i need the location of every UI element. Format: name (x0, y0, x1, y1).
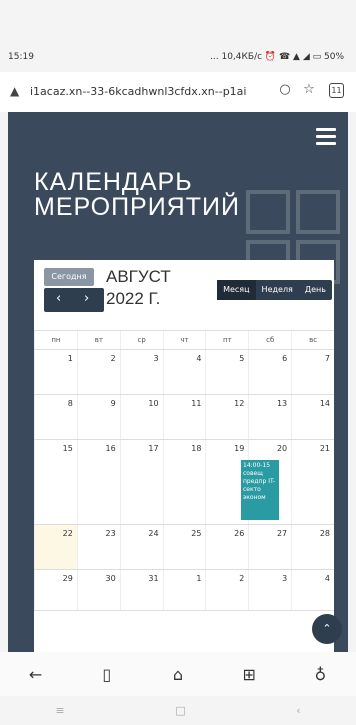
day-cell[interactable]: 17 (119, 440, 163, 524)
back-nav-icon[interactable]: ‹ (296, 704, 300, 717)
day-cell[interactable]: 13 (248, 395, 291, 439)
page-title: КАЛЕНДАРЬ МЕРОПРИЯТИЙ (34, 170, 240, 220)
calendar-week: 29 30 31 1 2 3 4 (34, 570, 334, 611)
day-cell[interactable]: 26 (205, 525, 248, 569)
month-nav: ‹ › (44, 288, 104, 312)
day-cell[interactable]: 4 (162, 350, 206, 394)
menu-icon[interactable] (316, 128, 336, 149)
day-cell[interactable]: 18 (162, 440, 206, 524)
view-month-button[interactable]: Месяц (217, 280, 256, 300)
day-cell-next-month[interactable]: 4 (291, 570, 334, 610)
next-month-icon[interactable]: › (84, 291, 89, 306)
status-time: 15:19 (8, 52, 34, 62)
day-cell[interactable]: 30 (76, 570, 120, 610)
tabs-icon[interactable]: ⊞ (237, 665, 261, 684)
weekday: ср (119, 331, 163, 349)
system-nav-bar: ≡ □ ‹ (0, 696, 356, 725)
weekday: вт (76, 331, 120, 349)
day-cell[interactable]: 14 (291, 395, 334, 439)
site-header: КАЛЕНДАРЬ МЕРОПРИЯТИЙ Сегодня ‹ › АВГУСТ… (8, 112, 348, 652)
day-cell[interactable]: 10 (119, 395, 163, 439)
day-cell[interactable]: 21 (291, 440, 334, 524)
month-year: 2022 Г. (106, 289, 161, 308)
browser-address-bar[interactable]: ▲ i1acaz.xn--33-6kcadhwnl3cfdx.xn--p1ai … (0, 72, 356, 112)
day-cell[interactable]: 27 (248, 525, 291, 569)
menu-nav-icon[interactable]: ≡ (55, 704, 64, 717)
day-cell-next-month[interactable]: 2 (205, 570, 248, 610)
current-month: АВГУСТ 2022 Г. (106, 266, 171, 310)
day-cell[interactable]: 29 (34, 570, 77, 610)
status-indicators: ... 10,4КБ/с ⏰ ☎ ▲ ◢ ▭ 50% (210, 52, 344, 62)
weekday-header: пн вт ср чт пт сб вс (34, 330, 334, 350)
status-bar: 15:19 ... 10,4КБ/с ⏰ ☎ ▲ ◢ ▭ 50% (0, 0, 356, 62)
day-cell[interactable]: 3 (119, 350, 163, 394)
day-cell[interactable]: 5 (205, 350, 248, 394)
calendar-week: 22 23 24 25 26 27 28 (34, 525, 334, 570)
day-cell[interactable]: 1 (34, 350, 77, 394)
warning-icon[interactable]: ▲ (10, 84, 19, 98)
day-cell-next-month[interactable]: 1 (162, 570, 206, 610)
day-cell[interactable]: 2 (76, 350, 120, 394)
book-icon[interactable]: ▯ (95, 665, 119, 684)
home-nav-icon[interactable]: □ (175, 704, 185, 717)
day-cell[interactable]: 28 (291, 525, 334, 569)
weekday: чт (162, 331, 206, 349)
weekday: пн (34, 331, 77, 349)
browser-bottom-nav: ← ▯ ⌂ ⊞ ♁ (0, 652, 356, 696)
view-day-button[interactable]: День (299, 280, 332, 300)
title-line-1: КАЛЕНДАРЬ (34, 168, 193, 196)
back-arrow-icon[interactable]: ← (24, 665, 48, 684)
title-line-2: МЕРОПРИЯТИЙ (34, 193, 240, 221)
day-cell[interactable]: 16 (76, 440, 120, 524)
weekday: вс (291, 331, 334, 349)
day-cell-today[interactable]: 22 (34, 525, 77, 569)
day-cell[interactable]: 9 (76, 395, 120, 439)
url-text[interactable]: i1acaz.xn--33-6kcadhwnl3cfdx.xn--p1ai (30, 85, 280, 98)
month-name: АВГУСТ (106, 267, 171, 286)
day-cell[interactable]: 25 (162, 525, 206, 569)
day-cell[interactable]: 7 (291, 350, 334, 394)
day-cell[interactable]: 8 (34, 395, 77, 439)
day-cell[interactable]: 24 (119, 525, 163, 569)
profile-icon[interactable]: ♁ (308, 665, 332, 684)
calendar-grid: пн вт ср чт пт сб вс 1 2 3 4 5 6 7 8 9 1… (34, 330, 334, 611)
prev-month-icon[interactable]: ‹ (56, 291, 61, 306)
calendar-week: 8 9 10 11 12 13 14 (34, 395, 334, 440)
calendar-week: 1 2 3 4 5 6 7 (34, 350, 334, 395)
scroll-to-top-button[interactable]: ⌃ (312, 614, 342, 644)
today-button[interactable]: Сегодня (44, 268, 94, 286)
day-cell[interactable]: 23 (76, 525, 120, 569)
tabs-count-icon[interactable]: 11 (329, 83, 344, 98)
calendar: Сегодня ‹ › АВГУСТ 2022 Г. Месяц Неделя … (34, 260, 334, 652)
weekday: сб (248, 331, 291, 349)
day-cell[interactable]: 6 (248, 350, 291, 394)
home-icon[interactable]: ⌂ (166, 665, 190, 684)
view-switcher: Месяц Неделя День (217, 280, 332, 300)
day-cell[interactable]: 15 (34, 440, 77, 524)
circle-icon[interactable]: ○ (276, 81, 294, 99)
weekday: пт (205, 331, 248, 349)
day-cell[interactable]: 12 (205, 395, 248, 439)
calendar-event[interactable]: 14:00-15 совещ предпр IT-секто эконом (241, 460, 279, 520)
star-icon[interactable]: ☆ (300, 81, 318, 99)
calendar-week: 15 16 17 18 19 20 21 14:00-15 совещ пред… (34, 440, 334, 525)
day-cell[interactable]: 31 (119, 570, 163, 610)
day-cell-next-month[interactable]: 3 (248, 570, 291, 610)
view-week-button[interactable]: Неделя (256, 280, 299, 300)
day-cell[interactable]: 11 (162, 395, 206, 439)
